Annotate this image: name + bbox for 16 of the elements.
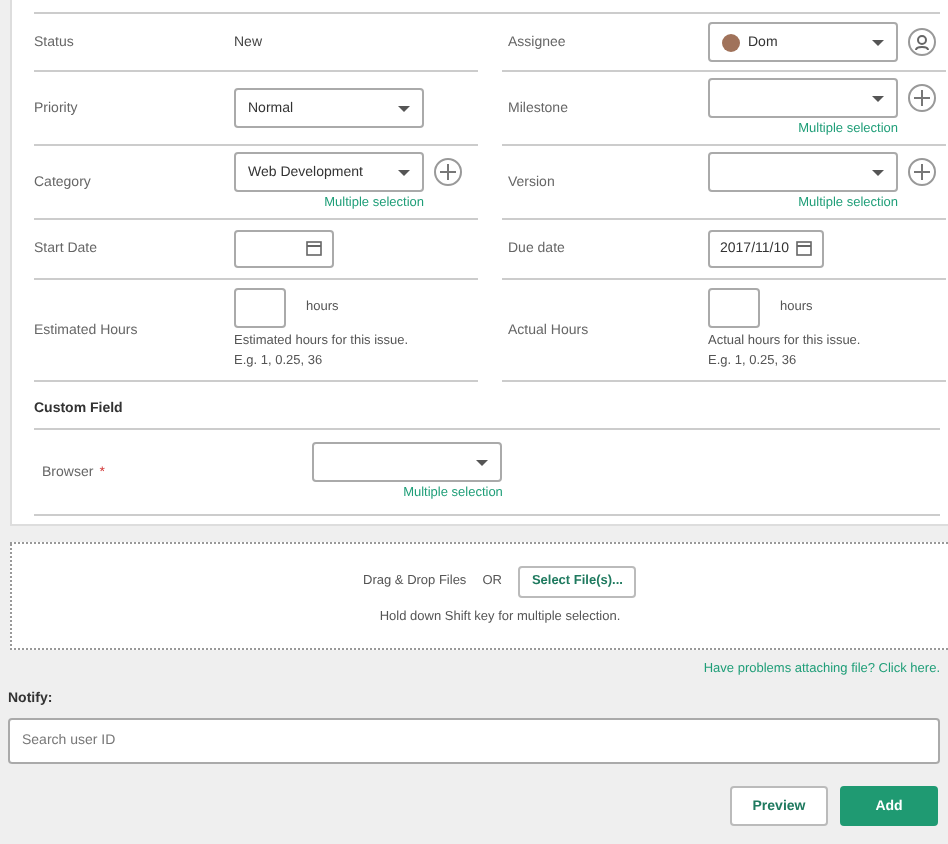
- hours-field[interactable]: [234, 288, 286, 328]
- add-button[interactable]: [434, 158, 462, 186]
- calendar-icon: [796, 239, 812, 255]
- person-icon: [914, 34, 930, 50]
- select-field[interactable]: [708, 78, 898, 118]
- hours-field[interactable]: [708, 288, 760, 328]
- calendar-icon: [306, 239, 322, 255]
- select-field[interactable]: [708, 152, 898, 192]
- plus-icon: [914, 164, 930, 180]
- add-button[interactable]: [908, 84, 936, 112]
- add-button[interactable]: [908, 158, 936, 186]
- plus-icon: [440, 164, 456, 180]
- select-field[interactable]: [312, 442, 503, 482]
- plus-icon: [914, 90, 930, 106]
- assign-button[interactable]: [908, 28, 936, 56]
- date-field[interactable]: [234, 230, 334, 268]
